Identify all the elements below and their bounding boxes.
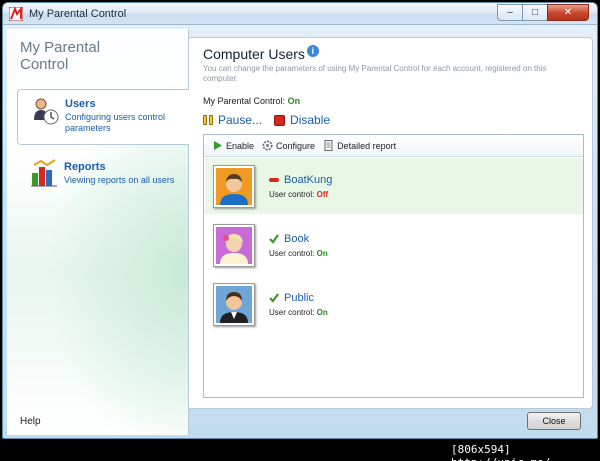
pause-icon [203, 115, 213, 125]
user-control-status: User control: Off [269, 189, 329, 199]
user-name: Public [284, 291, 314, 304]
close-button[interactable]: Close [527, 412, 581, 430]
sidebar-item-desc: Configuring users control parameters [65, 112, 166, 133]
sidebar-item-label: Reports [64, 161, 106, 173]
list-item[interactable]: Public User control: On [205, 276, 583, 332]
check-icon [269, 233, 279, 244]
avatar [213, 164, 255, 208]
sidebar: My Parental Control Users Configuring us… [7, 29, 190, 435]
sidebar-item-users[interactable]: Users Configuring users control paramete… [17, 89, 190, 145]
help-link[interactable]: Help [20, 416, 41, 427]
close-window-button[interactable]: ✕ [547, 4, 589, 21]
info-icon[interactable]: i [306, 45, 319, 57]
enable-button[interactable]: Enable [212, 140, 254, 151]
parental-control-status: My Parental Control: On [203, 96, 301, 106]
main-panel: Computer Users i You can change the para… [189, 37, 593, 409]
user-name: Book [284, 232, 310, 245]
action-bar: Pause... Disable [203, 113, 342, 127]
window-title: My Parental Control [29, 7, 127, 20]
sidebar-item-reports[interactable]: Reports Viewing reports on all users [17, 153, 190, 209]
client-area: My Parental Control Users Configuring us… [7, 29, 593, 435]
user-avatar-image [216, 167, 252, 205]
app-title: My Parental Control [20, 39, 101, 73]
user-avatar-image [216, 285, 252, 323]
maximize-button[interactable]: □ [522, 4, 548, 21]
play-icon [214, 141, 222, 150]
main-window: My Parental Control – □ ✕ My Parental Co… [2, 2, 598, 439]
page-description: You can change the parameters of using M… [203, 64, 547, 83]
watermark: [806x594] http://upic.me/ [451, 443, 550, 461]
page-title: Computer Users i [203, 45, 319, 62]
list-item[interactable]: Book User control: On [205, 217, 583, 273]
avatar [213, 282, 255, 326]
disable-button[interactable]: Disable [274, 113, 330, 127]
list-item[interactable]: BoatKung User control: Off [205, 158, 583, 214]
document-icon [324, 140, 333, 151]
check-icon [269, 292, 279, 303]
user-name: BoatKung [284, 173, 333, 186]
user-control-status: User control: On [269, 307, 328, 317]
user-toolbar: Enable Configure Detailed report [204, 135, 583, 157]
user-avatar-image [216, 226, 252, 264]
stop-icon [274, 114, 286, 126]
avatar [213, 223, 255, 267]
disabled-minus-icon [269, 177, 279, 182]
users-icon [34, 98, 59, 125]
detailed-report-button[interactable]: Detailed report [323, 140, 396, 151]
pause-button[interactable]: Pause... [203, 113, 262, 127]
app-icon [9, 6, 23, 21]
sidebar-item-label: Users [65, 98, 96, 110]
configure-button[interactable]: Configure [262, 140, 315, 151]
reports-chart-icon [31, 159, 57, 187]
user-control-status: User control: On [269, 248, 328, 258]
sidebar-item-desc: Viewing reports on all users [64, 175, 175, 185]
status-value: On [287, 96, 301, 106]
gear-icon [262, 140, 273, 151]
minimize-button[interactable]: – [497, 4, 523, 21]
title-bar[interactable]: My Parental Control – □ ✕ [3, 3, 597, 25]
user-list: Enable Configure Detailed report BoatKun… [203, 134, 584, 398]
